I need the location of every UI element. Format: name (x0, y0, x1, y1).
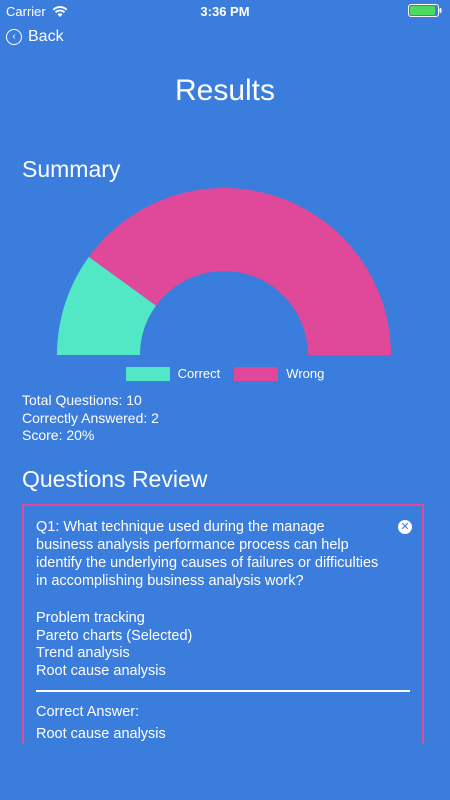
page-title: Results (174, 74, 276, 107)
option-item: Root cause analysis (36, 662, 166, 679)
review-title: Questions Review (22, 466, 208, 492)
correctly-answered: Correctly Answered: 2 (22, 409, 159, 426)
battery-icon (408, 4, 442, 17)
legend-item-wrong: Wrong (234, 366, 324, 381)
divider (36, 690, 410, 692)
legend-item-correct: Correct (125, 366, 221, 381)
back-button[interactable]: ‹ Back (6, 28, 64, 46)
total-questions: Total Questions: 10 (22, 392, 142, 408)
status-bar: Carrier 3:36 PM (0, 0, 450, 22)
back-label: Back (28, 28, 64, 45)
close-icon[interactable]: ✕ (398, 520, 412, 534)
correct-answer-text: Root cause analysis (36, 725, 166, 742)
chevron-left-icon: ‹ (6, 29, 22, 45)
answer-options: Problem tracking Pareto charts (Selected… (36, 610, 410, 680)
legend-label-correct: Correct (177, 366, 221, 381)
option-item: Pareto charts (Selected) (36, 627, 193, 644)
summary-stats: Total Questions: 10 Correctly Answered: … (22, 392, 159, 445)
legend-label-wrong: Wrong (286, 366, 325, 381)
option-item: Trend analysis (36, 645, 130, 661)
option-item: Problem tracking (36, 610, 145, 626)
summary-title: Summary (22, 156, 121, 182)
status-time: 3:36 PM (200, 4, 250, 19)
question-review-card[interactable]: ✕ Q1: What technique used during the man… (22, 504, 424, 744)
legend-swatch-wrong (234, 366, 279, 381)
results-chart (57, 188, 391, 355)
chart-legend: Correct Wrong (0, 366, 450, 381)
question-text: Q1: What technique used during the manag… (36, 519, 379, 589)
score: Score: 20% (22, 427, 95, 443)
correct-answer-label: Correct Answer: (36, 703, 140, 720)
legend-swatch-correct (125, 366, 170, 381)
